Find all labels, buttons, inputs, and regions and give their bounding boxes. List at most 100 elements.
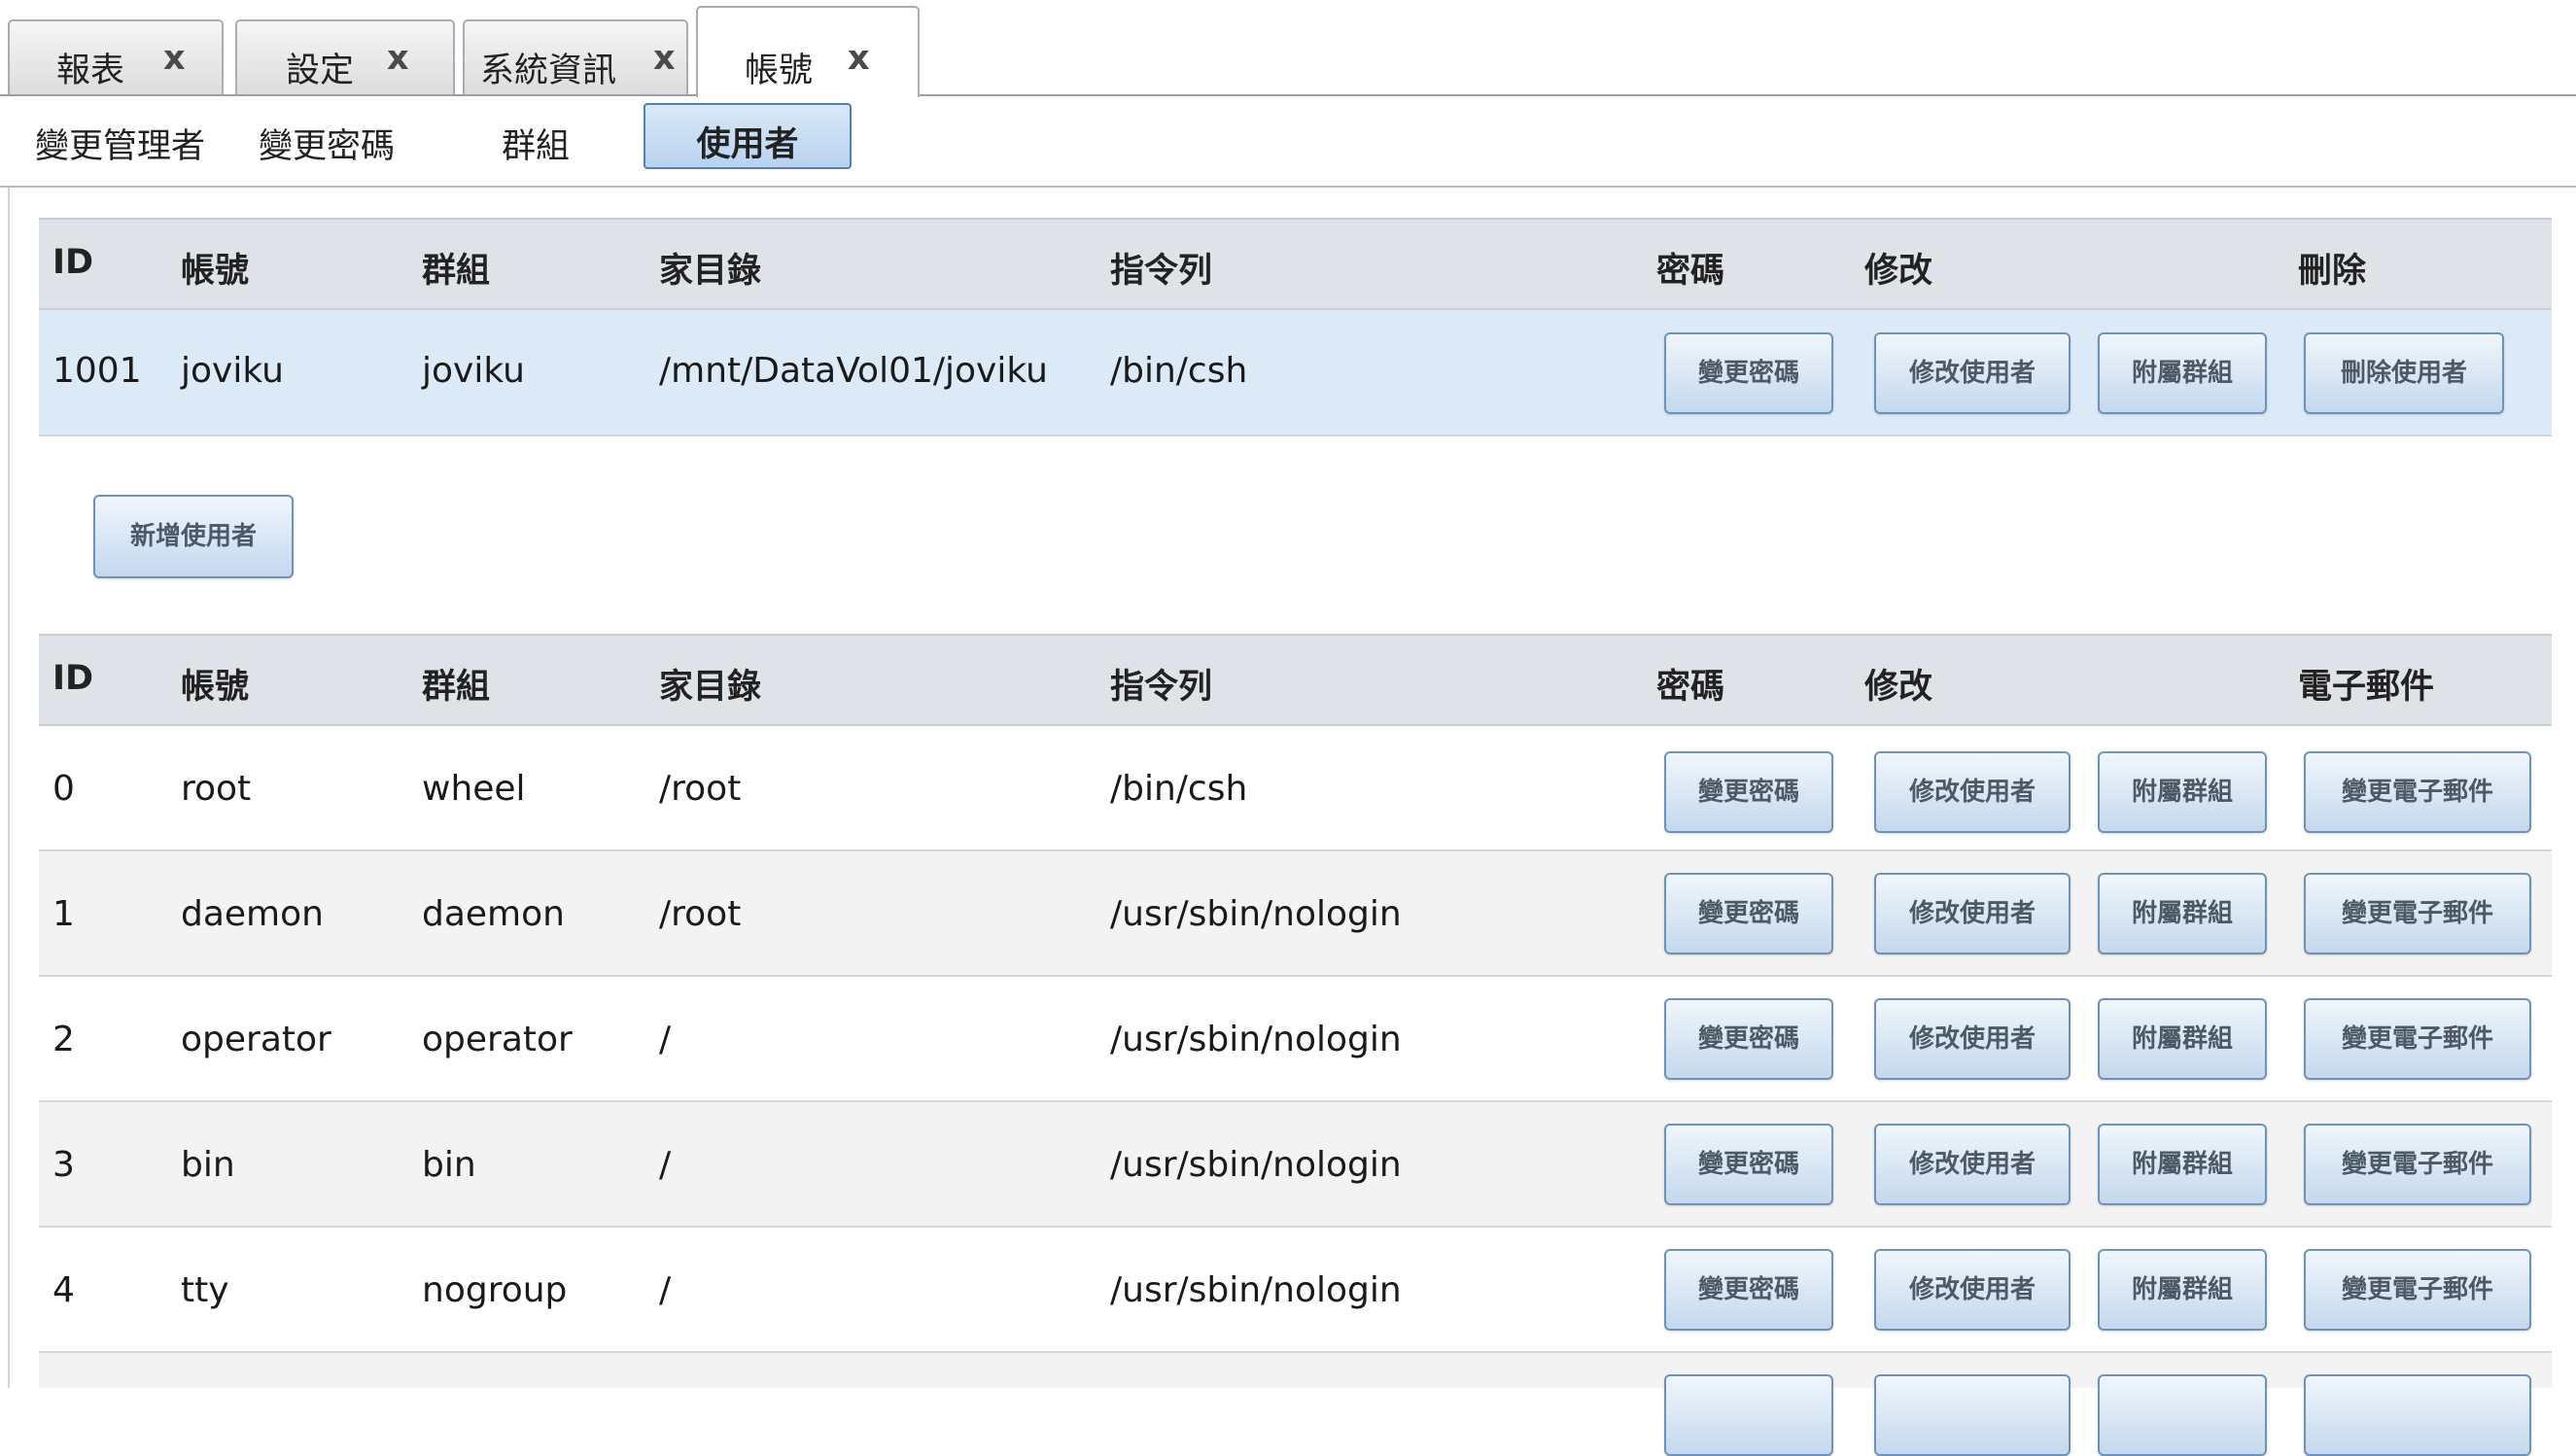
change-password-button[interactable]: 變更密碼 [1664,873,1833,954]
change-password-button[interactable]: 變更密碼 [1664,998,1833,1080]
member-groups-button[interactable]: 附屬群組 [2098,1124,2267,1205]
header-modify: 修改 [1864,252,1933,291]
cell-id: 2 [52,1020,75,1059]
close-icon[interactable]: x [163,39,186,78]
cell-id: 0 [52,769,75,809]
change-email-button[interactable]: 變更電子郵件 [2304,998,2531,1080]
change-password-button[interactable]: 變更密碼 [1664,1124,1833,1205]
cell-group: wheel [422,769,526,809]
tab-label: 報表 [56,52,125,90]
change-password-button[interactable]: 變更密碼 [1664,1249,1833,1331]
table-row[interactable]: 2 operator operator / /usr/sbin/nologin … [39,977,2552,1102]
cell-account: tty [181,1270,229,1310]
change-email-button[interactable]: 變更電子郵件 [2304,751,2531,833]
change-password-button[interactable]: 變更密碼 [1664,751,1833,833]
modify-user-button[interactable] [1874,1374,2071,1456]
tab-label: 系統資訊 [480,52,617,90]
header-modify: 修改 [1864,668,1933,707]
subnav-groups[interactable]: 群組 [502,119,570,168]
header-id: ID [52,243,94,282]
cell-shell: /usr/sbin/nologin [1110,894,1402,934]
tab-strip: 報表 x 設定 x 系統資訊 x 帳號 x [0,0,2576,97]
member-groups-button[interactable]: 附屬群組 [2098,873,2267,954]
tab-strip-divider [0,94,2576,96]
cell-group: nogroup [422,1270,568,1310]
cell-shell: /usr/sbin/nologin [1110,1020,1402,1059]
cell-shell: /usr/sbin/nologin [1110,1270,1402,1310]
tab-label: 設定 [286,52,355,90]
subnav-change-admin[interactable]: 變更管理者 [35,119,205,168]
table-header: ID 帳號 群組 家目錄 指令列 密碼 修改 電子郵件 [39,634,2552,726]
close-icon[interactable]: x [653,39,676,78]
cell-account: bin [181,1145,235,1185]
member-groups-button[interactable]: 附屬群組 [2098,998,2267,1080]
modify-user-button[interactable]: 修改使用者 [1874,1124,2071,1205]
header-home: 家目錄 [659,252,762,291]
tab-label: 帳號 [745,52,814,90]
table-row[interactable]: 1 daemon daemon /root /usr/sbin/nologin … [39,851,2552,977]
cell-group: operator [422,1020,573,1059]
change-email-button[interactable] [2304,1374,2531,1456]
add-user-button[interactable]: 新增使用者 [93,495,294,578]
cell-id: 1001 [52,351,142,391]
modify-user-button[interactable]: 修改使用者 [1874,332,2071,414]
tab-accounts[interactable]: 帳號 x [696,6,920,97]
current-user-table: ID 帳號 群組 家目錄 指令列 密碼 修改 刪除 1001 joviku jo… [39,218,2552,436]
table-row[interactable]: 0 root wheel /root /bin/csh 變更密碼 修改使用者 附… [39,726,2552,851]
modify-user-button[interactable]: 修改使用者 [1874,998,2071,1080]
modify-user-button[interactable]: 修改使用者 [1874,1249,2071,1331]
change-password-button[interactable]: 變更密碼 [1664,332,1833,414]
header-email: 電子郵件 [2298,668,2435,707]
header-home: 家目錄 [659,668,762,707]
cell-home: /root [659,769,742,809]
cell-home: / [659,1020,672,1059]
modify-user-button[interactable]: 修改使用者 [1874,751,2071,833]
close-icon[interactable]: x [848,39,870,78]
cell-account: operator [181,1020,331,1059]
change-password-button[interactable] [1664,1374,1833,1456]
member-groups-button[interactable] [2098,1374,2267,1456]
subnav-change-password[interactable]: 變更密碼 [259,119,395,168]
subnav-users[interactable]: 使用者 [644,103,852,169]
sub-navigation: 變更管理者 變更密碼 群組 使用者 [0,97,2576,187]
cell-account: root [181,769,252,809]
tab-system-info[interactable]: 系統資訊 x [463,19,688,95]
change-email-button[interactable]: 變更電子郵件 [2304,1249,2531,1331]
table-row-partial[interactable] [39,1353,2552,1456]
member-groups-button[interactable]: 附屬群組 [2098,1249,2267,1331]
cell-account: daemon [181,894,324,934]
cell-home: /root [659,894,742,934]
delete-user-button[interactable]: 刪除使用者 [2304,332,2504,414]
member-groups-button[interactable]: 附屬群組 [2098,332,2267,414]
header-account: 帳號 [181,252,250,291]
close-icon[interactable]: x [387,39,409,78]
change-email-button[interactable]: 變更電子郵件 [2304,873,2531,954]
cell-account: joviku [181,351,284,391]
cell-group: joviku [422,351,525,391]
header-shell: 指令列 [1110,252,1213,291]
cell-id: 4 [52,1270,75,1310]
header-shell: 指令列 [1110,668,1213,707]
modify-user-button[interactable]: 修改使用者 [1874,873,2071,954]
header-id: ID [52,659,94,698]
table-row[interactable]: 3 bin bin / /usr/sbin/nologin 變更密碼 修改使用者… [39,1102,2552,1228]
table-header: ID 帳號 群組 家目錄 指令列 密碼 修改 刪除 [39,218,2552,310]
table-row[interactable]: 4 tty nogroup / /usr/sbin/nologin 變更密碼 修… [39,1228,2552,1353]
change-email-button[interactable]: 變更電子郵件 [2304,1124,2531,1205]
header-group: 群組 [422,252,491,291]
header-delete: 刪除 [2298,252,2367,291]
tab-reports[interactable]: 報表 x [8,19,224,95]
header-group: 群組 [422,668,491,707]
tab-settings[interactable]: 設定 x [235,19,455,95]
header-password: 密碼 [1656,252,1725,291]
table-row[interactable]: 1001 joviku joviku /mnt/DataVol01/joviku… [39,310,2552,436]
header-password: 密碼 [1656,668,1725,707]
header-account: 帳號 [181,668,250,707]
cell-home: / [659,1270,672,1310]
content-border [8,188,10,1388]
cell-group: bin [422,1145,476,1185]
cell-group: daemon [422,894,565,934]
cell-home: / [659,1145,672,1185]
member-groups-button[interactable]: 附屬群組 [2098,751,2267,833]
cell-home: /mnt/DataVol01/joviku [659,351,1048,391]
